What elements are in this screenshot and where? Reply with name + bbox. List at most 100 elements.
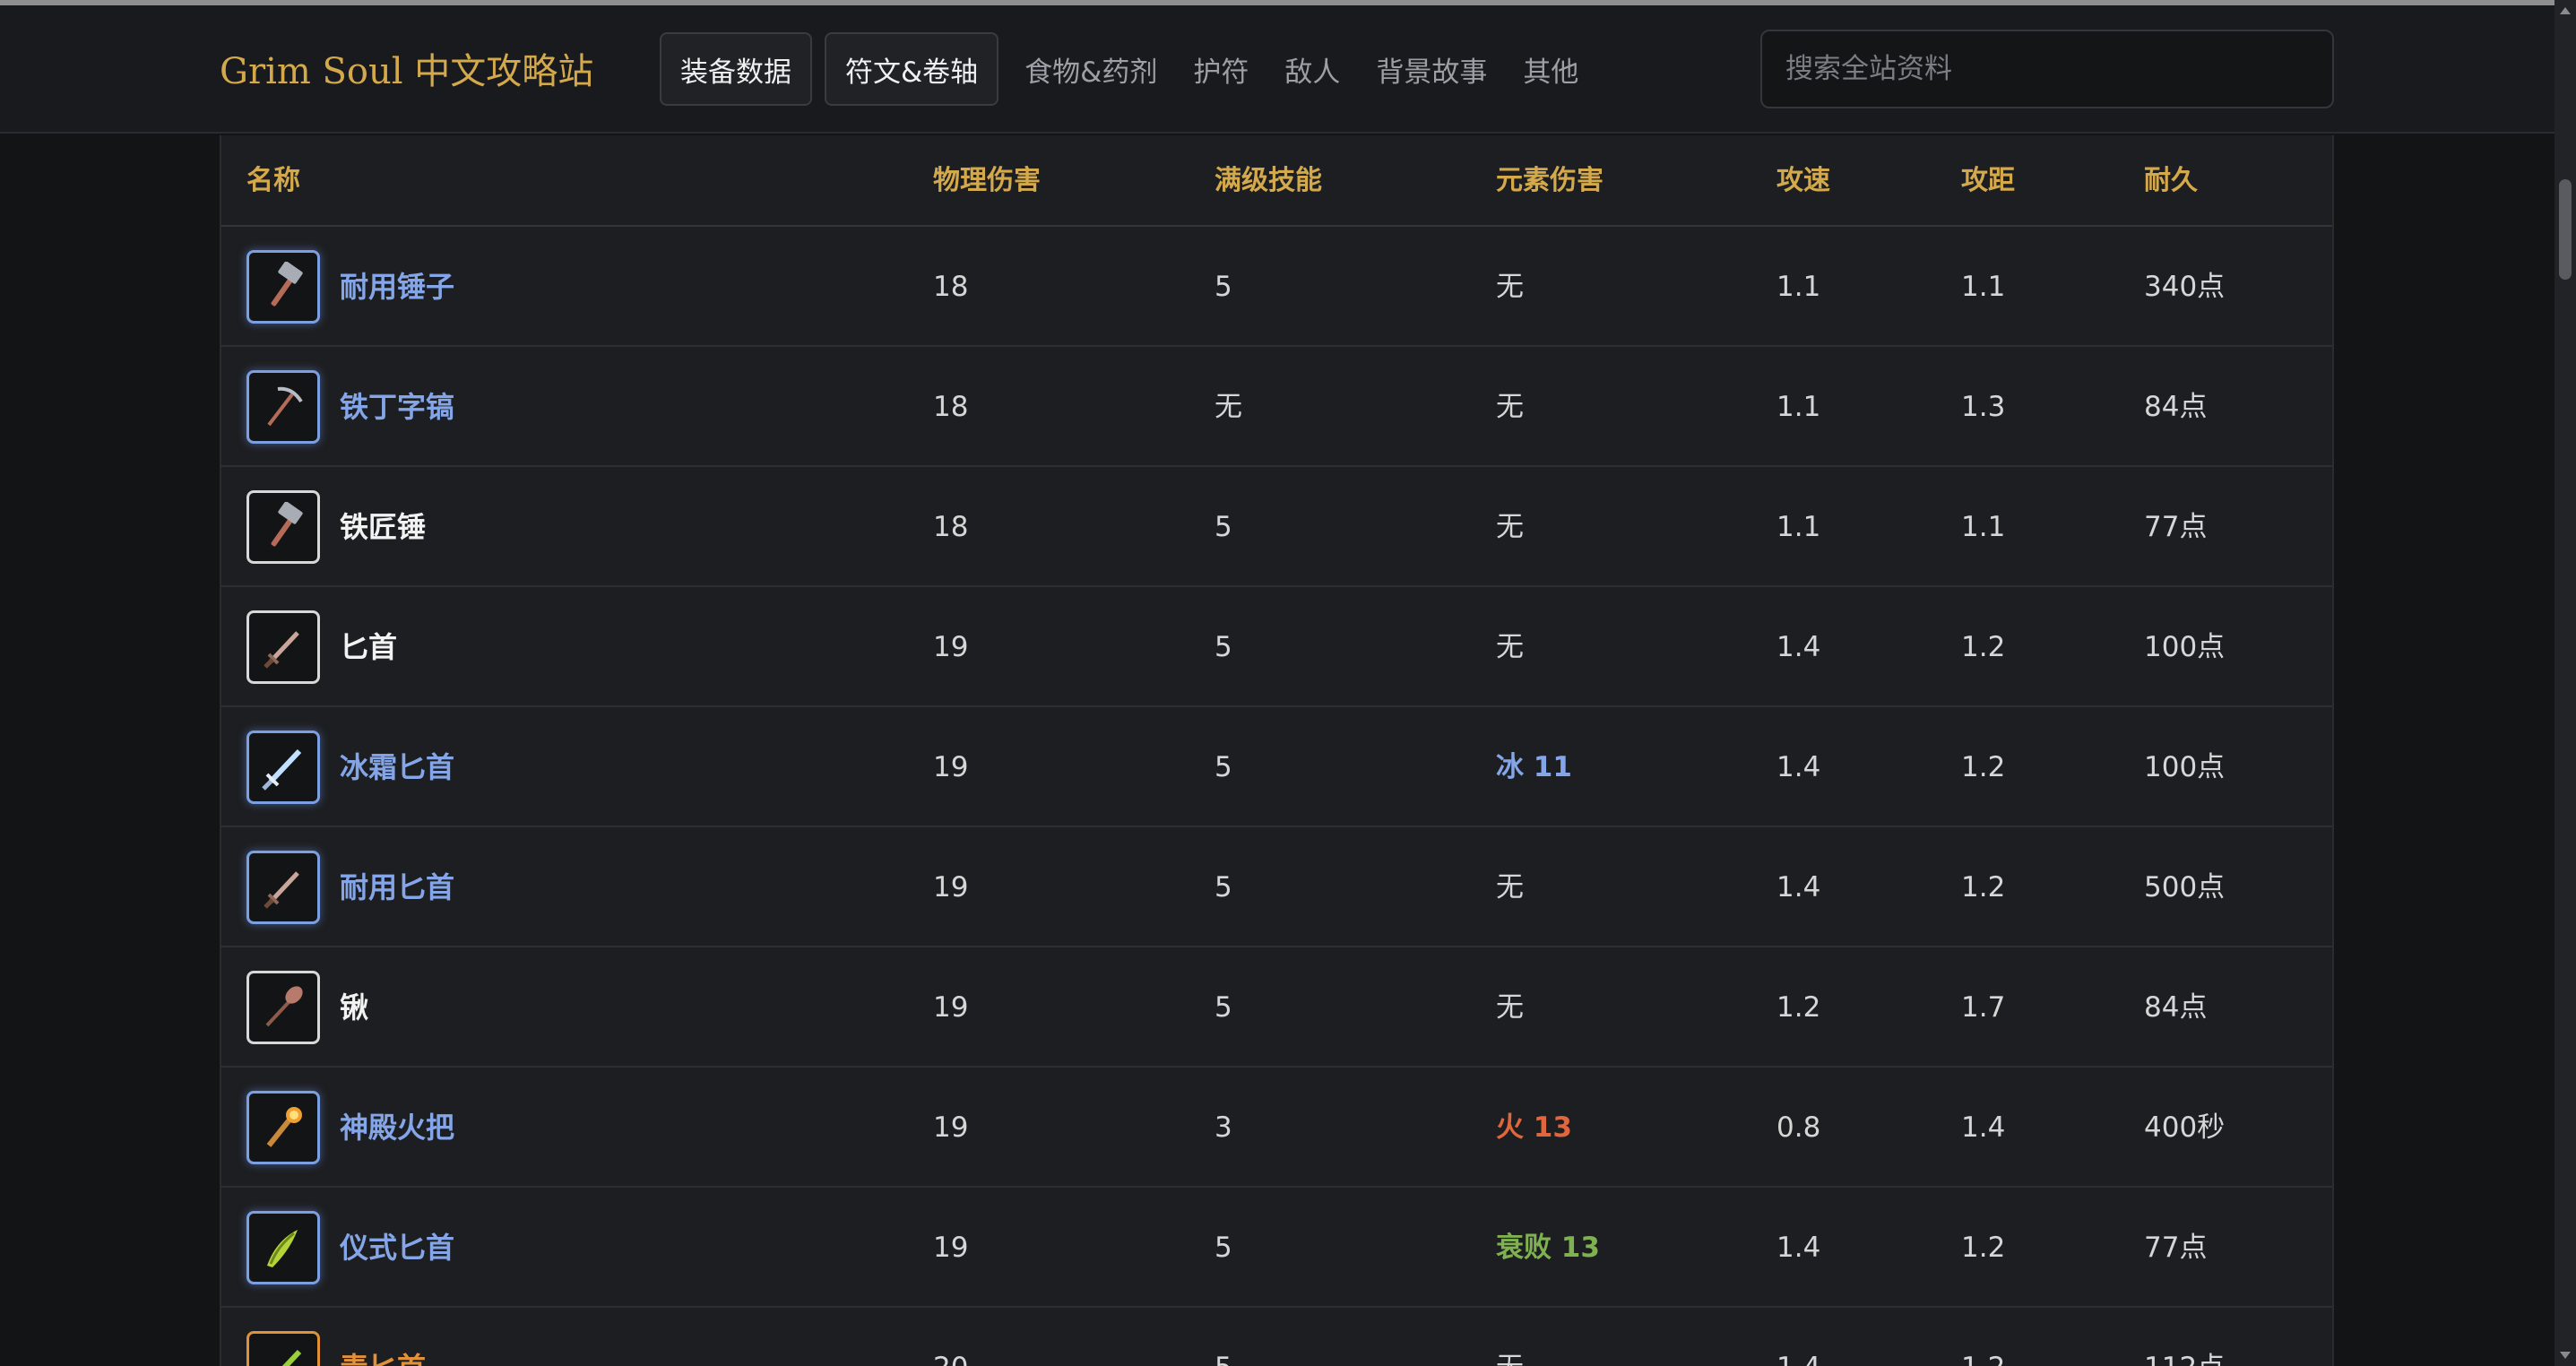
item-name-link[interactable]: 匕首 — [340, 587, 397, 707]
cell-durability: 84点 — [2144, 991, 2208, 1024]
cell-physical-damage: 19 — [933, 1232, 969, 1264]
nav-item-6[interactable]: 其他 — [1509, 32, 1592, 106]
scroll-up-icon[interactable] — [2560, 7, 2571, 14]
dagger-icon[interactable] — [246, 610, 320, 684]
nav-item-5[interactable]: 背景故事 — [1362, 32, 1500, 106]
item-name-link[interactable]: 耐用匕首 — [340, 827, 454, 947]
cell-name: 仪式匕首 — [246, 1188, 454, 1308]
search-input[interactable] — [1785, 53, 2332, 85]
cell-attack-speed: 1.4 — [1776, 871, 1821, 903]
cell-physical-damage: 19 — [933, 871, 969, 903]
cell-name: 耐用匕首 — [246, 827, 454, 947]
col-header-durability[interactable]: 耐久 — [2144, 135, 2198, 227]
table-header: 名称 物理伤害 满级技能 元素伤害 攻速 攻距 耐久 — [221, 135, 2332, 227]
item-name-link[interactable]: 冰霜匕首 — [340, 707, 454, 827]
scrollbar-thumb[interactable] — [2559, 179, 2572, 280]
cell-physical-damage: 19 — [933, 991, 969, 1024]
cell-max-skill: 5 — [1215, 631, 1232, 663]
col-header-name[interactable]: 名称 — [246, 135, 300, 227]
cell-name: 匕首 — [246, 587, 397, 707]
item-name-link[interactable]: 锹 — [340, 947, 368, 1068]
item-name-link[interactable]: 铁匠锤 — [340, 467, 426, 587]
cell-attack-range: 1.2 — [1961, 1308, 2005, 1366]
col-header-attack-range[interactable]: 攻距 — [1961, 135, 2015, 227]
cell-name: 神殿火把 — [246, 1068, 454, 1188]
cell-elemental-damage: 无 — [1496, 871, 1524, 903]
cell-elemental-damage: 无 — [1496, 391, 1524, 423]
cell-durability: 84点 — [2144, 391, 2208, 423]
cell-elemental-damage: 冰 11 — [1496, 751, 1572, 783]
cell-attack-range: 1.3 — [1961, 391, 2006, 423]
cell-max-skill: 无 — [1215, 391, 1242, 423]
table-row: 铁匠锤 18 5 无 1.1 1.1 77点 — [221, 467, 2332, 587]
main-nav: 装备数据 符文&卷轴 食物&药剂 护符 敌人 背景故事 其他 — [660, 32, 1601, 106]
page-scrollbar[interactable] — [2554, 0, 2576, 1366]
cell-name: 铁匠锤 — [246, 467, 426, 587]
cell-attack-speed: 1.1 — [1776, 511, 1821, 543]
col-header-attack-speed[interactable]: 攻速 — [1776, 135, 1830, 227]
cell-elemental-damage: 无 — [1496, 631, 1524, 663]
nav-item-1[interactable]: 符文&卷轴 — [825, 32, 999, 106]
torch-icon[interactable] — [246, 1091, 320, 1164]
cell-physical-damage: 18 — [933, 511, 969, 543]
col-header-physical-damage[interactable]: 物理伤害 — [933, 135, 1041, 227]
nav-item-4[interactable]: 敌人 — [1271, 32, 1353, 106]
ice-dagger-icon[interactable] — [246, 731, 320, 804]
poison-dagger-icon[interactable] — [246, 1331, 320, 1366]
item-name-link[interactable]: 仪式匕首 — [340, 1188, 454, 1308]
cell-max-skill: 5 — [1215, 991, 1232, 1024]
scroll-down-icon[interactable] — [2560, 1352, 2571, 1359]
cell-max-skill: 5 — [1215, 871, 1232, 903]
table-row: 耐用匕首 19 5 无 1.4 1.2 500点 — [221, 827, 2332, 947]
cell-attack-speed: 0.8 — [1776, 1111, 1821, 1144]
item-name-link[interactable]: 神殿火把 — [340, 1068, 454, 1188]
site-logo[interactable]: Grim Soul 中文攻略站 — [220, 45, 593, 99]
cell-durability: 500点 — [2144, 871, 2226, 903]
cell-durability: 340点 — [2144, 271, 2226, 303]
cell-name: 耐用锤子 — [246, 227, 454, 347]
site-search[interactable] — [1760, 30, 2334, 108]
col-header-max-skill[interactable]: 满级技能 — [1215, 135, 1322, 227]
col-header-elemental-damage[interactable]: 元素伤害 — [1496, 135, 1604, 227]
ritual-dagger-icon[interactable] — [246, 1211, 320, 1284]
cell-elemental-damage: 衰败 13 — [1496, 1232, 1600, 1264]
nav-item-2[interactable]: 食物&药剂 — [1011, 32, 1171, 106]
table-row: 铁丁字镐 18 无 无 1.1 1.3 84点 — [221, 347, 2332, 467]
cell-attack-speed: 1.4 — [1776, 1308, 1820, 1366]
cell-physical-damage: 19 — [933, 1111, 969, 1144]
cell-physical-damage: 18 — [933, 391, 969, 423]
cell-attack-range: 1.2 — [1961, 631, 2006, 663]
cell-name: 铁丁字镐 — [246, 347, 454, 467]
nav-item-0[interactable]: 装备数据 — [660, 32, 812, 106]
cell-elemental-damage: 无 — [1496, 991, 1524, 1024]
pickaxe-icon[interactable] — [246, 370, 320, 444]
hammer-icon[interactable] — [246, 250, 320, 324]
hammer-icon[interactable] — [246, 490, 320, 564]
cell-attack-speed: 1.4 — [1776, 751, 1821, 783]
cell-attack-speed: 1.1 — [1776, 271, 1821, 303]
cell-elemental-damage: 无 — [1496, 511, 1524, 543]
site-header: Grim Soul 中文攻略站 装备数据 符文&卷轴 食物&药剂 护符 敌人 背景故事 其他 — [0, 5, 2554, 134]
table-row: 耐用锤子 18 5 无 1.1 1.1 340点 — [221, 227, 2332, 347]
cell-max-skill: 5 — [1215, 1308, 1232, 1366]
item-name-link[interactable]: 铁丁字镐 — [340, 347, 454, 467]
table-row: 毒匕首 20 5 无 1.4 1.2 112点 — [221, 1308, 2332, 1366]
item-name-link[interactable]: 毒匕首 — [340, 1308, 426, 1366]
shovel-icon[interactable] — [246, 971, 320, 1044]
cell-elemental-damage: 无 — [1496, 1308, 1524, 1366]
cell-attack-speed: 1.4 — [1776, 631, 1821, 663]
cell-durability: 100点 — [2144, 751, 2226, 783]
nav-item-3[interactable]: 护符 — [1180, 32, 1262, 106]
table-row: 神殿火把 19 3 火 13 0.8 1.4 400秒 — [221, 1068, 2332, 1188]
cell-attack-range: 1.1 — [1961, 511, 2006, 543]
cell-durability: 100点 — [2144, 631, 2226, 663]
cell-attack-range: 1.7 — [1961, 991, 2006, 1024]
table-row: 匕首 19 5 无 1.4 1.2 100点 — [221, 587, 2332, 707]
cell-name: 冰霜匕首 — [246, 707, 454, 827]
cell-physical-damage: 20 — [933, 1308, 968, 1366]
dagger-icon[interactable] — [246, 851, 320, 924]
table-body: 耐用锤子 18 5 无 1.1 1.1 340点 铁丁字镐 18 无无 1.1 1.3 84点 铁匠锤 18… — [221, 227, 2332, 1366]
cell-durability: 400秒 — [2144, 1111, 2226, 1144]
cell-elemental-damage: 火 13 — [1496, 1111, 1572, 1144]
item-name-link[interactable]: 耐用锤子 — [340, 227, 454, 347]
